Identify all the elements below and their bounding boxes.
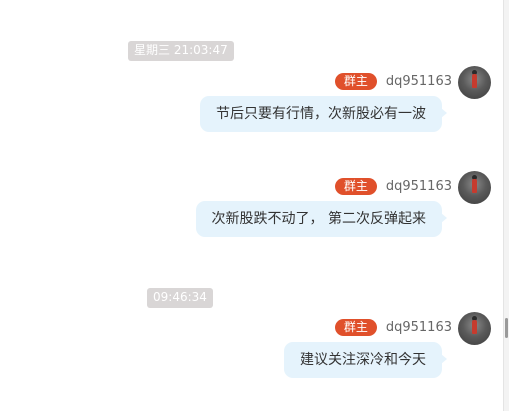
sender-name[interactable]: dq951163 (386, 319, 452, 336)
message-header: 群主 dq951163 (334, 73, 452, 90)
chat-message: 群主 dq951163 节后只要有行情，次新股必有一波 (161, 66, 491, 136)
message-bubble[interactable]: 节后只要有行情，次新股必有一波 (200, 96, 447, 132)
timestamp-divider: 09:46:34 (147, 288, 213, 308)
sender-name[interactable]: dq951163 (386, 178, 452, 195)
timestamp-divider: 星期三 21:03:47 (128, 41, 234, 61)
sender-name[interactable]: dq951163 (386, 73, 452, 90)
chat-message: 群主 dq951163 次新股跌不动了， 第二次反弹起来 (161, 171, 491, 241)
message-header: 群主 dq951163 (334, 178, 452, 195)
message-bubble[interactable]: 次新股跌不动了， 第二次反弹起来 (195, 201, 448, 237)
user-avatar-icon[interactable] (458, 171, 491, 204)
vertical-scrollbar[interactable] (503, 0, 509, 411)
scrollbar-thumb[interactable] (505, 318, 508, 338)
chat-message: 群主 dq951163 建议关注深冷和今天 (161, 312, 491, 382)
group-owner-badge: 群主 (334, 73, 377, 90)
chat-window: 星期三 21:03:47 群主 dq951163 节后只要有行情，次新股必有一波… (0, 0, 509, 411)
message-bubble[interactable]: 建议关注深冷和今天 (284, 342, 447, 378)
message-header: 群主 dq951163 (334, 319, 452, 336)
user-avatar-icon[interactable] (458, 312, 491, 345)
user-avatar-icon[interactable] (458, 66, 491, 99)
group-owner-badge: 群主 (334, 319, 377, 336)
group-owner-badge: 群主 (334, 178, 377, 195)
